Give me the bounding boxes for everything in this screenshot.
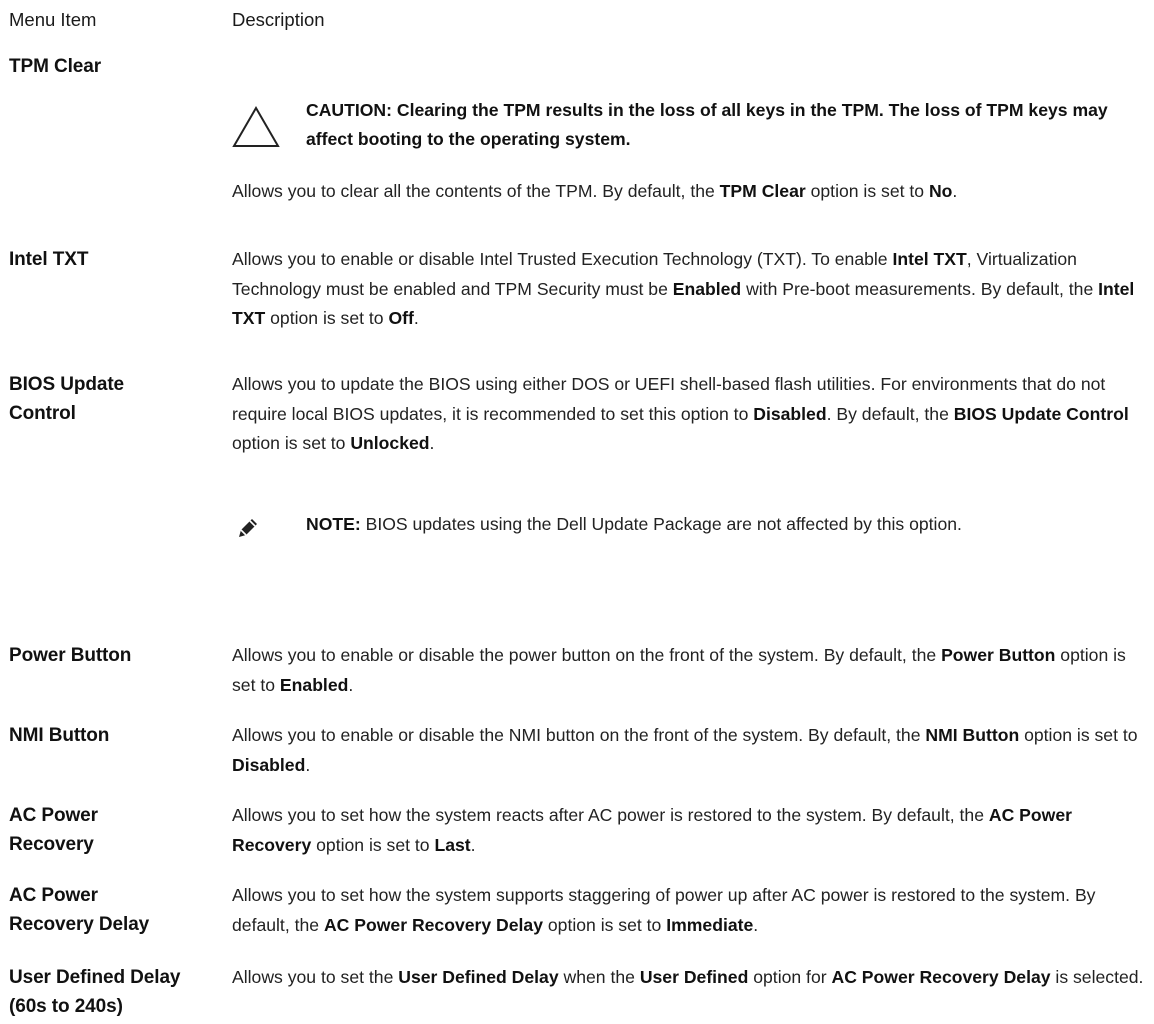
option-value-emphasis: Unlocked	[350, 433, 430, 453]
option-value-emphasis: Power Button	[941, 645, 1056, 665]
description-segment: Allows you to enable or disable the powe…	[232, 645, 942, 665]
menu-item-label-line2: Recovery	[9, 834, 94, 855]
menu-item-label: AC Power Recovery	[9, 801, 224, 859]
description-segment: with Pre-boot measurements. By default, …	[741, 278, 1099, 299]
menu-item-label: Intel TXT	[9, 249, 89, 270]
description-text: Allows you to enable or disable the NMI …	[232, 721, 1144, 780]
menu-item-label: TPM Clear	[9, 56, 102, 77]
description-segment: option is set to	[1019, 725, 1138, 745]
menu-item-label-line1: User Defined Delay	[9, 967, 181, 988]
note-label: NOTE:	[306, 514, 361, 534]
option-value-emphasis: Off	[388, 308, 414, 328]
menu-item-label-line2: Recovery Delay	[9, 914, 150, 935]
description-segment: .	[413, 308, 419, 328]
description-segment: .	[348, 674, 354, 695]
table-header: Menu Item Description	[9, 0, 1149, 40]
option-value-emphasis: Enabled	[672, 278, 742, 299]
description-segment: option for	[748, 967, 832, 987]
description-text: Allows you to enable or disable the powe…	[232, 641, 1144, 700]
option-value-emphasis: AC Power Recovery Delay	[323, 914, 543, 935]
note-body: BIOS updates using the Dell Update Packa…	[360, 514, 962, 534]
caution-box: CAUTION: Clearing the TPM results in the…	[232, 96, 1144, 166]
description-segment: .	[429, 433, 435, 453]
description-text: Allows you to set the User Defined Delay…	[232, 963, 1144, 993]
note-text: NOTE: BIOS updates using the Dell Update…	[306, 510, 1136, 540]
menu-item-label: User Defined Delay (60s to 240s)	[9, 963, 224, 1021]
description-text: Allows you to clear all the contents of …	[232, 177, 1144, 207]
option-value-emphasis: User Defined	[639, 967, 749, 987]
bios-settings-table: Menu Item Description TPM Clear CAUTION:…	[9, 0, 1149, 1017]
option-value-emphasis: TPM Clear	[719, 181, 806, 201]
menu-item-label-line1: BIOS Update	[9, 374, 125, 395]
option-value-emphasis: Disabled	[232, 754, 306, 775]
description-text: Allows you to update the BIOS using eith…	[232, 370, 1144, 459]
description-segment: Allows you to set how the system reacts …	[232, 805, 989, 825]
description-segment: is selected.	[1050, 967, 1144, 987]
menu-item-label-line2: Control	[9, 403, 76, 424]
option-value-emphasis: NMI Button	[925, 725, 1020, 745]
description-segment: option is set to	[311, 834, 435, 855]
warning-triangle-icon	[232, 106, 280, 147]
option-value-emphasis: Enabled	[279, 674, 349, 695]
option-value-emphasis: AC Power Recovery Delay	[831, 967, 1051, 987]
option-value-emphasis: Immediate	[666, 914, 754, 935]
pencil-note-icon	[239, 519, 257, 537]
option-value-emphasis: User Defined Delay	[398, 967, 559, 987]
description-segment: option is set to	[265, 308, 389, 328]
option-value-emphasis: Last	[434, 834, 471, 855]
option-value-emphasis: Intel TXT	[892, 249, 967, 269]
description-column-header: Description	[232, 9, 325, 30]
description-text: Allows you to set how the system support…	[232, 881, 1144, 940]
option-value-emphasis: No	[928, 181, 953, 201]
menu-item-label: BIOS Update Control	[9, 370, 224, 428]
menu-item-column-header: Menu Item	[9, 9, 97, 30]
description-segment: Allows you to enable or disable the NMI …	[232, 725, 926, 745]
description-segment: Allows you to enable or disable Intel Tr…	[232, 249, 893, 269]
menu-item-label: AC Power Recovery Delay	[9, 881, 224, 939]
caution-text: CAUTION: Clearing the TPM results in the…	[306, 100, 1108, 149]
description-text: Allows you to set how the system reacts …	[232, 801, 1144, 860]
description-segment: when the	[558, 967, 640, 987]
option-value-emphasis: Disabled	[753, 403, 827, 424]
description-segment: option is set to	[232, 433, 351, 453]
description-segment: .	[753, 914, 759, 935]
menu-item-label-line2: (60s to 240s)	[9, 996, 123, 1017]
description-segment: .	[305, 754, 311, 775]
menu-item-label: Power Button	[9, 645, 132, 666]
menu-item-label-line1: AC Power	[9, 885, 98, 906]
menu-item-label: NMI Button	[9, 725, 110, 746]
option-value-emphasis: BIOS Update Control	[953, 403, 1129, 424]
description-segment: Allows you to clear all the contents of …	[232, 181, 720, 201]
description-segment: option is set to	[805, 181, 929, 201]
description-segment: option is set to	[543, 914, 667, 935]
menu-item-label-line1: AC Power	[9, 805, 98, 826]
description-segment: .	[952, 181, 958, 201]
description-text: Allows you to enable or disable Intel Tr…	[232, 245, 1144, 334]
description-segment: Allows you to set the	[232, 967, 399, 987]
description-segment: .	[470, 834, 476, 855]
description-segment: . By default, the	[826, 403, 954, 424]
